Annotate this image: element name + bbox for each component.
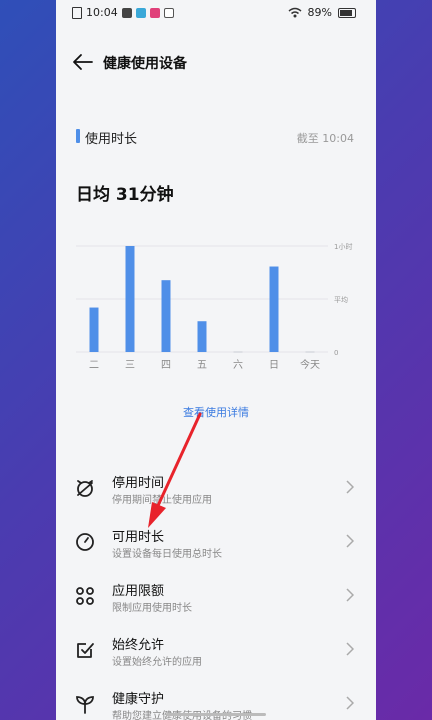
list-item-title: 始终允许: [112, 638, 165, 653]
list-item-subtitle: 设置始终允许的应用: [112, 657, 202, 668]
bar[interactable]: [269, 266, 279, 352]
chevron-right-icon: [346, 534, 354, 548]
daily-average: 日均 31分钟: [76, 185, 174, 205]
list-item-downtime[interactable]: 停用时间 停用期间禁止使用应用: [56, 460, 376, 514]
list-item-always-allowed[interactable]: 始终允许 设置始终允许的应用: [56, 622, 376, 676]
page-title: 健康使用设备: [103, 56, 187, 72]
y-tick-label: 平均: [334, 295, 348, 304]
clock-icon: [76, 533, 94, 551]
wifi-icon: [288, 7, 302, 18]
usage-as-of-time: 截至 10:04: [296, 132, 354, 145]
status-time: 10:04: [86, 6, 118, 19]
battery-icon: [338, 7, 356, 18]
usage-section-title: 使用时长: [85, 132, 138, 147]
list-item-title: 可用时长: [112, 530, 165, 545]
sprout-icon: [76, 696, 94, 714]
battery-percent: 89%: [307, 6, 332, 19]
home-indicator: [166, 713, 266, 716]
view-usage-details-link[interactable]: 查看使用详情: [56, 404, 376, 420]
list-item-title: 停用时间: [112, 476, 165, 491]
list-item-app-limits[interactable]: 应用限额 限制应用使用时长: [56, 568, 376, 622]
status-bar: 10:04 89%: [56, 0, 376, 26]
bar[interactable]: [125, 246, 135, 352]
back-arrow-icon[interactable]: [72, 52, 94, 72]
chevron-right-icon: [346, 480, 354, 494]
list-item-subtitle: 停用期间禁止使用应用: [112, 495, 212, 506]
bar[interactable]: [197, 321, 207, 352]
chevron-right-icon: [346, 588, 354, 602]
list-item-screen-time[interactable]: 可用时长 设置设备每日使用总时长: [56, 514, 376, 568]
usage-bar-chart[interactable]: 1小时平均 0 二 三 四 五 六 日 今天: [56, 236, 376, 376]
x-tick-label: 五: [197, 360, 207, 371]
x-tick-label: 六: [233, 359, 243, 371]
list-item-title: 健康守护: [112, 692, 165, 707]
list-item-title: 应用限额: [112, 584, 165, 599]
x-tick-label: 日: [269, 360, 279, 371]
bar[interactable]: [89, 307, 99, 352]
list-item-subtitle: 限制应用使用时长: [112, 603, 192, 614]
page-header: 健康使用设备: [56, 46, 376, 78]
y-tick-label: 0: [334, 349, 338, 357]
x-tick-label: 今天: [300, 358, 320, 371]
section-accent-bar: [76, 129, 80, 143]
chevron-right-icon: [346, 642, 354, 656]
x-tick-label: 三: [125, 360, 135, 371]
app-notification-icon: [135, 7, 146, 18]
app-notification-icon: [149, 7, 160, 18]
phone-screen: 10:04 89% 健康使用设备 使用时长 截至 10:04 日均 31分钟 1…: [56, 0, 376, 720]
x-tick-label: 二: [89, 360, 99, 371]
app-notification-icon: [163, 7, 174, 18]
bar[interactable]: [161, 280, 171, 352]
chevron-right-icon: [346, 696, 354, 710]
app-notification-icon: [121, 7, 132, 18]
apps-grid-icon: [76, 587, 94, 605]
moon-clock-icon: [77, 480, 93, 497]
list-item-subtitle: 设置设备每日使用总时长: [112, 549, 222, 560]
y-tick-label: 1小时: [334, 242, 352, 251]
sim-icon: [72, 6, 82, 19]
check-box-icon: [77, 643, 94, 658]
x-tick-label: 四: [161, 360, 171, 371]
